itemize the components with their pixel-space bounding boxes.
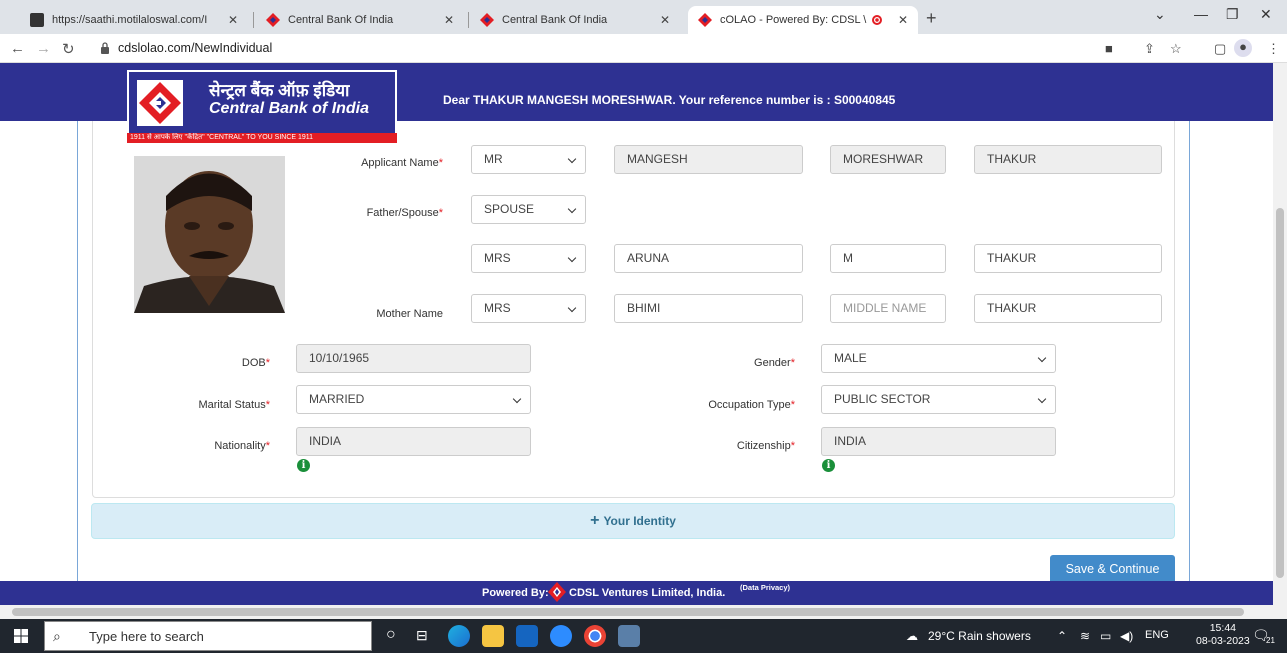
bank-tagline: 1911 से आपके लिए ''केंद्रित'' "CENTRAL" …: [127, 133, 397, 143]
side-panel-icon[interactable]: ▢: [1214, 41, 1226, 57]
close-tab-icon[interactable]: ✕: [652, 13, 670, 27]
plus-icon: +: [590, 512, 600, 529]
mother-middle-name-field[interactable]: MIDDLE NAME: [830, 294, 946, 323]
save-continue-button[interactable]: Save & Continue: [1050, 555, 1175, 584]
applicant-last-name-field[interactable]: THAKUR: [974, 145, 1162, 174]
dob-field[interactable]: 10/10/1965: [296, 344, 531, 373]
bank-emblem-icon: [137, 80, 183, 126]
file-explorer-icon[interactable]: [482, 625, 504, 647]
mother-name-label: Mother Name: [376, 308, 443, 320]
zoom-icon[interactable]: [550, 625, 572, 647]
back-arrow-icon[interactable]: ←: [10, 40, 25, 57]
occupation-type-label: Occupation Type*: [708, 399, 795, 411]
tab-search-icon[interactable]: ⌄: [1154, 6, 1166, 23]
close-tab-icon[interactable]: ✕: [890, 13, 908, 27]
share-icon[interactable]: ⇪: [1144, 41, 1155, 57]
nationality-field[interactable]: INDIA: [296, 427, 531, 456]
system-clock[interactable]: 15:44 08-03-2023: [1196, 622, 1250, 648]
weather-status[interactable]: 29°C Rain showers: [928, 629, 1031, 643]
chrome-icon[interactable]: [584, 625, 606, 647]
gender-select[interactable]: MALE: [821, 344, 1056, 373]
close-tab-icon[interactable]: ✕: [220, 13, 238, 27]
bookmark-star-icon[interactable]: ☆: [1170, 41, 1182, 57]
browser-tab-strip: https://saathi.motilaloswal.com/I ✕ Cent…: [0, 0, 1287, 34]
url-field[interactable]: cdslolao.com/NewIndividual: [118, 41, 272, 55]
mother-first-name-field[interactable]: BHIMI: [614, 294, 803, 323]
restore-button[interactable]: ❐: [1226, 6, 1239, 23]
tab-central-bank-2[interactable]: Central Bank Of India ✕: [470, 6, 680, 34]
applicant-photo: [134, 156, 285, 313]
profile-avatar[interactable]: ●: [1234, 39, 1252, 57]
applicant-middle-name-field[interactable]: MORESHWAR: [830, 145, 946, 174]
close-tab-icon[interactable]: ✕: [436, 13, 454, 27]
motilal-favicon-icon: [30, 13, 44, 27]
cdsl-favicon-icon: [698, 13, 712, 27]
bank-name-english: Central Bank of India: [209, 100, 370, 117]
spouse-title-select[interactable]: MRS: [471, 244, 586, 273]
central-bank-favicon-icon: [266, 13, 280, 27]
horizontal-scrollbar[interactable]: [0, 605, 1287, 619]
task-view-icon[interactable]: ⊟: [416, 627, 438, 649]
menu-kebab-icon[interactable]: ⋮: [1267, 41, 1280, 57]
your-identity-accordion[interactable]: + Your Identity: [91, 503, 1175, 539]
father-spouse-label: Father/Spouse*: [366, 207, 443, 219]
edge-icon[interactable]: [448, 625, 470, 647]
spouse-middle-name-field[interactable]: M: [830, 244, 946, 273]
applicant-name-label: Applicant Name*: [361, 157, 443, 169]
gender-label: Gender*: [754, 357, 795, 369]
bank-logo: सेन्ट्रल बैंक ऑफ़ इंडिया Central Bank of…: [127, 70, 397, 143]
close-window-button[interactable]: ✕: [1260, 6, 1272, 23]
central-bank-favicon-icon: [480, 13, 494, 27]
lock-icon: [101, 42, 109, 54]
mother-last-name-field[interactable]: THAKUR: [974, 294, 1162, 323]
show-hidden-icons-icon[interactable]: ⌃: [1057, 629, 1067, 643]
father-spouse-select[interactable]: SPOUSE: [471, 195, 586, 224]
taskbar-search-input[interactable]: ⌕ Type here to search: [44, 621, 372, 651]
page-footer: Powered By: CDSL Ventures Limited, India…: [0, 581, 1273, 605]
new-tab-button[interactable]: +: [926, 8, 937, 29]
forward-arrow-icon[interactable]: →: [36, 40, 51, 57]
address-bar: ← → ↻ cdslolao.com/NewIndividual ■ ⇪ ☆ ▢…: [0, 34, 1287, 63]
outlook-icon[interactable]: [516, 625, 538, 647]
spouse-last-name-field[interactable]: THAKUR: [974, 244, 1162, 273]
weather-icon[interactable]: ☁: [906, 629, 918, 643]
battery-icon[interactable]: ▭: [1100, 629, 1111, 643]
nationality-label: Nationality*: [214, 440, 270, 452]
windows-taskbar: ⌕ Type here to search ○ ⊟ ☁ 29°C Rain sh…: [0, 619, 1287, 653]
data-privacy-link[interactable]: (Data Privacy): [740, 583, 790, 592]
marital-status-select[interactable]: MARRIED: [296, 385, 531, 414]
tab-motilal[interactable]: https://saathi.motilaloswal.com/I ✕: [20, 6, 248, 34]
reload-icon[interactable]: ↻: [62, 40, 75, 58]
camera-icon[interactable]: ■: [1105, 41, 1113, 56]
occupation-type-select[interactable]: PUBLIC SECTOR: [821, 385, 1056, 414]
tab-colao[interactable]: cOLAO - Powered By: CDSL \ ✕: [688, 6, 918, 34]
vertical-scrollbar[interactable]: [1273, 63, 1287, 605]
recording-icon: [872, 15, 883, 25]
citizenship-label: Citizenship*: [736, 440, 795, 452]
photos-app-icon[interactable]: [618, 625, 640, 647]
spouse-first-name-field[interactable]: ARUNA: [614, 244, 803, 273]
search-icon: ⌕: [53, 628, 61, 644]
nationality-info-icon[interactable]: i: [297, 459, 310, 472]
notification-count-badge: 21: [1266, 636, 1275, 645]
windows-start-icon[interactable]: [14, 629, 28, 643]
citizenship-info-icon[interactable]: i: [822, 459, 835, 472]
page-viewport: Dear THAKUR MANGESH MORESHWAR. Your refe…: [0, 63, 1273, 605]
volume-icon[interactable]: ◀): [1120, 629, 1133, 643]
applicant-title-select[interactable]: MR: [471, 145, 586, 174]
dob-label: DOB*: [241, 357, 270, 369]
marital-status-label: Marital Status*: [198, 399, 270, 411]
language-indicator[interactable]: ENG: [1145, 629, 1169, 641]
tab-central-bank-1[interactable]: Central Bank Of India ✕: [256, 6, 464, 34]
cdsl-logo-icon: [548, 582, 566, 602]
applicant-first-name-field[interactable]: MANGESH: [614, 145, 803, 174]
mother-title-select[interactable]: MRS: [471, 294, 586, 323]
minimize-button[interactable]: —: [1194, 6, 1208, 22]
bank-name-hindi: सेन्ट्रल बैंक ऑफ़ इंडिया: [209, 81, 350, 100]
greeting-reference: Dear THAKUR MANGESH MORESHWAR. Your refe…: [443, 93, 896, 107]
cortana-icon[interactable]: ○: [386, 626, 408, 648]
citizenship-field[interactable]: INDIA: [821, 427, 1056, 456]
network-icon[interactable]: ≋: [1080, 629, 1090, 643]
